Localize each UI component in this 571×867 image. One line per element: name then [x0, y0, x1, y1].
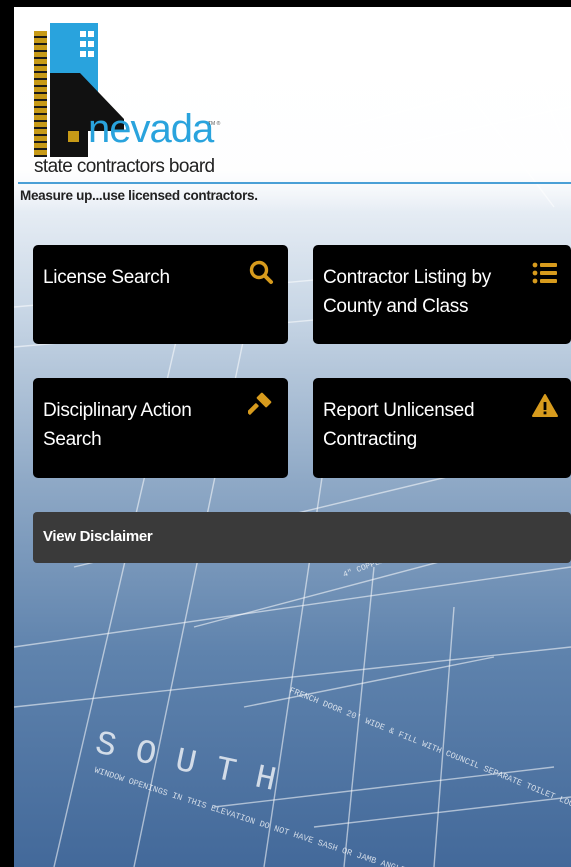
tile-label: Report Unlicensed Contracting	[323, 400, 475, 450]
license-search-button[interactable]: License Search	[33, 245, 288, 344]
view-disclaimer-button[interactable]: View Disclaimer	[33, 512, 571, 563]
tile-label: Contractor Listing by County and Class	[323, 267, 491, 317]
app-header: nevada TM ® state contractors board Meas…	[14, 7, 571, 212]
logo-subtitle: state contractors board	[34, 156, 215, 177]
warning-icon	[532, 394, 558, 417]
search-icon	[249, 260, 273, 284]
gavel-icon	[248, 392, 272, 415]
header-divider	[18, 182, 571, 184]
app-screen: S O U T H FRENCH DOOR 20' WIDE & FILL WI…	[14, 7, 571, 867]
logo-ruler-shape	[34, 31, 47, 157]
logo-trademark: TM ®	[208, 121, 221, 127]
blueprint-note-1: FRENCH DOOR 20' WIDE & FILL WITH COUNCIL…	[288, 686, 571, 819]
tile-label: License Search	[43, 267, 170, 288]
blueprint-south-text: S O U T H	[92, 726, 280, 801]
device-frame: S O U T H FRENCH DOOR 20' WIDE & FILL WI…	[0, 0, 571, 867]
disciplinary-action-search-button[interactable]: Disciplinary Action Search	[33, 378, 288, 478]
nscb-logo: nevada TM ® state contractors board	[30, 23, 230, 183]
tagline: Measure up...use licensed contractors.	[20, 188, 258, 203]
tile-label: Disciplinary Action Search	[43, 400, 192, 450]
logo-wordmark: nevada	[88, 107, 214, 151]
list-icon	[532, 262, 557, 284]
report-unlicensed-contracting-button[interactable]: Report Unlicensed Contracting	[313, 378, 571, 478]
disclaimer-label: View Disclaimer	[43, 528, 153, 545]
contractor-listing-button[interactable]: Contractor Listing by County and Class	[313, 245, 571, 344]
